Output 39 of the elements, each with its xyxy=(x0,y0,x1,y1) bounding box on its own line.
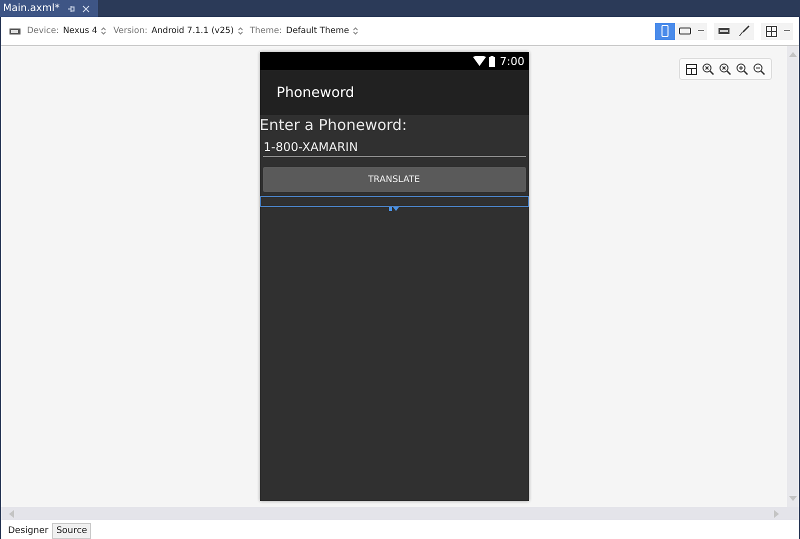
wifi-icon xyxy=(472,56,486,66)
app-title: Phoneword xyxy=(276,84,354,100)
scroll-down-icon xyxy=(789,496,797,501)
battery-icon xyxy=(488,56,495,66)
field-label: Version: xyxy=(113,26,148,36)
field-label: Theme: xyxy=(250,26,282,36)
device-frame-icon xyxy=(718,27,730,35)
close-icon[interactable] xyxy=(82,4,90,12)
zoom-in-icon[interactable] xyxy=(736,63,748,75)
grid-icon xyxy=(766,26,776,36)
selection-outline[interactable] xyxy=(260,196,528,207)
scroll-up-icon xyxy=(789,52,797,57)
phoneword-input[interactable]: 1-800-XAMARIN xyxy=(262,136,526,157)
brush-icon xyxy=(738,25,750,37)
phone-landscape-icon xyxy=(679,27,691,35)
phone-portrait-icon xyxy=(661,25,669,37)
spinner-icon xyxy=(353,27,358,35)
device-icon xyxy=(9,28,21,34)
resize-handle-icon[interactable] xyxy=(389,207,399,211)
layout-icon[interactable] xyxy=(686,64,697,74)
zoom-out-icon[interactable] xyxy=(753,63,765,75)
zoom-fit-icon[interactable] xyxy=(719,63,731,75)
scroll-right-icon xyxy=(774,510,779,518)
spinner-icon xyxy=(238,27,243,35)
view-tab[interactable]: Source xyxy=(52,523,92,539)
status-time: 7:00 xyxy=(500,54,524,68)
device-selector[interactable]: Nexus 4 xyxy=(62,26,106,36)
spinner-icon xyxy=(101,27,106,35)
horizontal-scrollbar[interactable] xyxy=(1,507,799,520)
zoom-fit-icon[interactable] xyxy=(702,63,714,75)
device-selector[interactable]: Default Theme xyxy=(286,26,358,36)
field-label: Device: xyxy=(27,26,59,36)
document-tab[interactable]: Main.axml* xyxy=(0,0,98,17)
translate-button[interactable]: TRANSLATE xyxy=(262,167,526,192)
prompt-label: Enter a Phoneword: xyxy=(260,115,408,134)
vertical-scrollbar[interactable] xyxy=(787,46,799,507)
device-selector[interactable]: Android 7.1.1 (v25) xyxy=(151,26,243,36)
pin-icon[interactable] xyxy=(66,4,75,12)
scroll-left-icon xyxy=(9,510,14,518)
